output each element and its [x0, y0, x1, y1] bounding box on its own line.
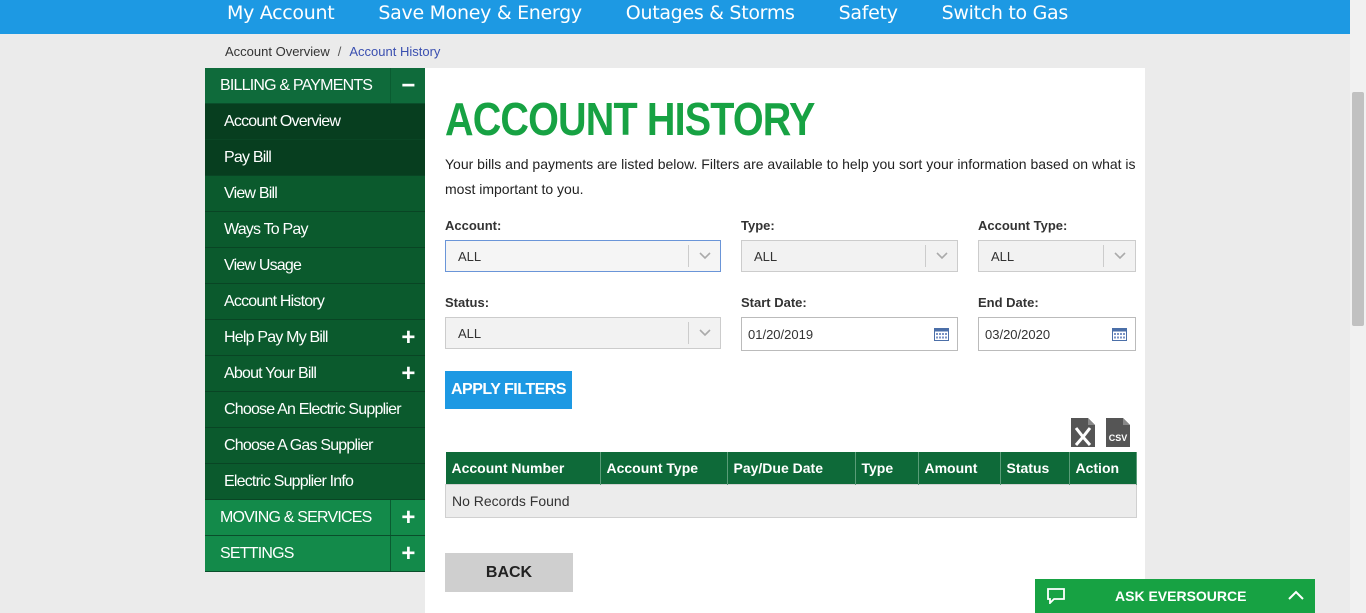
no-records-message: No Records Found — [445, 484, 1137, 518]
account-filter-label: Account: — [445, 218, 502, 233]
end-date-value: 03/20/2020 — [985, 326, 1051, 342]
expand-icon[interactable]: + — [391, 320, 425, 355]
sidebar-item-label: Account Overview — [224, 112, 341, 130]
start-date-label: Start Date: — [741, 295, 807, 310]
top-navigation: My Account Save Money & Energy Outages &… — [0, 0, 1350, 34]
type-filter-label: Type: — [741, 218, 775, 233]
sidebar-header-billing-payments[interactable]: BILLING & PAYMENTS − — [205, 68, 425, 104]
nav-save-money-energy[interactable]: Save Money & Energy — [356, 0, 603, 34]
ask-eversource-chat[interactable]: ASK EVERSOURCE — [1035, 579, 1315, 613]
sidebar-item-label: View Bill — [224, 184, 278, 202]
csv-icon-text: CSV — [1109, 433, 1128, 443]
page-intro: Your bills and payments are listed below… — [445, 156, 1136, 197]
col-account-number[interactable]: Account Number — [445, 452, 601, 485]
account-filter-value: ALL — [458, 248, 482, 264]
sidebar-item-label: Help Pay My Bill — [224, 328, 328, 346]
col-pay-due-date[interactable]: Pay/Due Date — [727, 452, 856, 485]
col-account-type[interactable]: Account Type — [600, 452, 728, 485]
col-amount[interactable]: Amount — [918, 452, 1001, 485]
apply-filters-button[interactable]: APPLY FILTERS — [445, 371, 572, 409]
sidebar-item-label: View Usage — [224, 256, 302, 274]
page-scrollbar[interactable] — [1350, 0, 1366, 613]
start-date-input[interactable]: 01/20/2019 — [741, 317, 958, 351]
account-history-table: Account Number Account Type Pay/Due Date… — [445, 452, 1137, 518]
sidebar-item-electric-supplier-info[interactable]: Electric Supplier Info — [205, 464, 425, 500]
page-title: ACCOUNT HISTORY — [445, 93, 815, 145]
sidebar-item-about-your-bill[interactable]: About Your Bill + — [205, 356, 425, 392]
type-filter-value: ALL — [754, 248, 778, 264]
sidebar-item-label: Choose A Gas Supplier — [224, 436, 373, 454]
sidebar-header-label: SETTINGS — [220, 544, 294, 562]
sidebar-header-moving-services[interactable]: MOVING & SERVICES + — [205, 500, 425, 536]
table-header-row: Account Number Account Type Pay/Due Date… — [445, 452, 1137, 485]
breadcrumb-separator: / — [337, 44, 342, 59]
nav-safety[interactable]: Safety — [817, 0, 920, 34]
end-date-input[interactable]: 03/20/2020 — [978, 317, 1136, 351]
nav-switch-to-gas[interactable]: Switch to Gas — [920, 0, 1090, 34]
sidebar-item-choose-electric-supplier[interactable]: Choose An Electric Supplier — [205, 392, 425, 428]
end-date-label: End Date: — [978, 295, 1039, 310]
breadcrumb-account-overview[interactable]: Account Overview — [225, 44, 330, 59]
sidebar-item-label: Electric Supplier Info — [224, 472, 354, 490]
type-filter-select[interactable]: ALL — [741, 240, 958, 272]
expand-icon[interactable]: + — [391, 356, 425, 391]
sidebar-header-label: MOVING & SERVICES — [220, 508, 372, 526]
chevron-down-icon — [925, 245, 957, 267]
chat-icon — [1047, 588, 1065, 604]
col-status[interactable]: Status — [1000, 452, 1070, 485]
breadcrumb-account-history[interactable]: Account History — [349, 44, 440, 59]
status-filter-label: Status: — [445, 295, 490, 310]
chevron-down-icon — [688, 322, 720, 344]
sidebar-item-label: Ways To Pay — [224, 220, 308, 238]
chevron-up-icon[interactable] — [1287, 588, 1305, 602]
sidebar-header-label: BILLING & PAYMENTS — [220, 76, 373, 94]
expand-icon[interactable]: + — [390, 500, 425, 535]
csv-export-icon[interactable]: CSV — [1105, 417, 1131, 448]
sidebar-item-view-usage[interactable]: View Usage — [205, 248, 425, 284]
account-type-filter-label: Account Type: — [978, 218, 1068, 233]
col-type[interactable]: Type — [855, 452, 919, 485]
sidebar-item-choose-gas-supplier[interactable]: Choose A Gas Supplier — [205, 428, 425, 464]
sidebar-item-label: Pay Bill — [224, 148, 272, 166]
sidebar: BILLING & PAYMENTS − Account Overview Pa… — [205, 68, 425, 572]
collapse-icon[interactable]: − — [390, 68, 425, 103]
account-type-filter-value: ALL — [991, 248, 1015, 264]
nav-my-account[interactable]: My Account — [205, 0, 356, 34]
chat-label: ASK EVERSOURCE — [1115, 588, 1247, 604]
sidebar-item-account-history[interactable]: Account History — [205, 284, 425, 320]
sidebar-item-help-pay-my-bill[interactable]: Help Pay My Bill + — [205, 320, 425, 356]
table-row: No Records Found — [445, 484, 1137, 518]
scrollbar-thumb[interactable] — [1352, 92, 1364, 326]
account-type-filter-select[interactable]: ALL — [978, 240, 1136, 272]
sidebar-item-pay-bill[interactable]: Pay Bill — [205, 140, 425, 176]
sidebar-header-settings[interactable]: SETTINGS + — [205, 536, 425, 572]
back-button[interactable]: BACK — [445, 553, 573, 592]
sidebar-item-view-bill[interactable]: View Bill — [205, 176, 425, 212]
sidebar-item-account-overview[interactable]: Account Overview — [205, 104, 425, 140]
top-nav-items: My Account Save Money & Energy Outages &… — [205, 0, 1090, 34]
expand-icon[interactable]: + — [390, 536, 425, 571]
nav-outages-storms[interactable]: Outages & Storms — [604, 0, 817, 34]
chevron-down-icon — [1103, 245, 1135, 267]
start-date-value: 01/20/2019 — [748, 326, 814, 342]
breadcrumb: Account Overview / Account History — [225, 44, 440, 59]
chevron-down-icon — [688, 245, 720, 267]
main-content: ACCOUNT HISTORY Your bills and payments … — [425, 68, 1145, 613]
account-filter-select[interactable]: ALL — [445, 240, 721, 272]
col-action: Action — [1069, 452, 1137, 485]
sidebar-item-ways-to-pay[interactable]: Ways To Pay — [205, 212, 425, 248]
sidebar-item-label: Choose An Electric Supplier — [224, 400, 402, 418]
status-filter-select[interactable]: ALL — [445, 317, 721, 349]
sidebar-item-label: About Your Bill — [224, 364, 317, 382]
status-filter-value: ALL — [458, 325, 482, 341]
calendar-icon[interactable] — [934, 327, 949, 341]
sidebar-item-label: Account History — [224, 292, 325, 310]
export-icons: CSV — [1070, 417, 1131, 448]
calendar-icon[interactable] — [1112, 327, 1127, 341]
excel-export-icon[interactable] — [1070, 417, 1096, 448]
